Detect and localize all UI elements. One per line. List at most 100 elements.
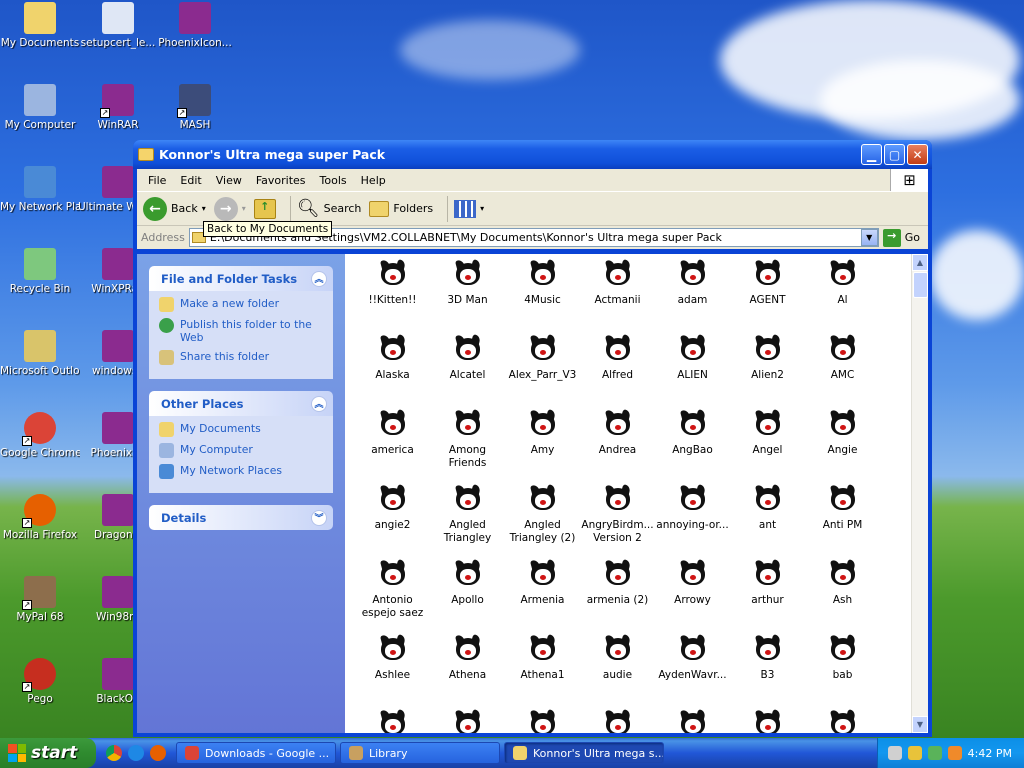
forward-button[interactable]: → ▾: [213, 196, 246, 221]
file-item[interactable]: Armenia: [505, 558, 580, 633]
file-item[interactable]: Athena: [430, 633, 505, 708]
collapse-chevron-icon[interactable]: ︽: [311, 270, 327, 287]
file-item[interactable]: adam: [655, 258, 730, 333]
search-button[interactable]: 🔍︎ Search: [297, 198, 362, 219]
file-item[interactable]: Alaska: [355, 333, 430, 408]
collapse-chevron-icon[interactable]: ︽: [311, 395, 327, 412]
taskbar-button[interactable]: Konnor's Ultra mega s...: [504, 742, 664, 764]
file-item[interactable]: [730, 708, 805, 733]
panel-header[interactable]: File and Folder Tasks ︽: [149, 266, 333, 291]
scroll-thumb[interactable]: [913, 272, 928, 298]
desktop-icon[interactable]: ↗ Pego: [0, 658, 80, 705]
file-item[interactable]: Angled Triangley (2): [505, 483, 580, 558]
network-icon[interactable]: [927, 746, 942, 760]
desktop-icon[interactable]: ↗ MyPal 68: [0, 576, 80, 623]
taskbar-button[interactable]: Library: [340, 742, 500, 764]
file-item[interactable]: Antonio espejo saez: [355, 558, 430, 633]
file-item[interactable]: Athena1: [505, 633, 580, 708]
chrome-icon[interactable]: [106, 745, 122, 761]
file-item[interactable]: Angel: [730, 408, 805, 483]
desktop-icon[interactable]: Recycle Bin: [0, 248, 80, 295]
file-item[interactable]: Angled Triangley: [430, 483, 505, 558]
menu-view[interactable]: View: [209, 174, 249, 187]
file-item[interactable]: ALIEN: [655, 333, 730, 408]
maximize-button[interactable]: ▢: [884, 144, 905, 165]
back-button[interactable]: ← Back ▾: [143, 196, 206, 221]
up-button[interactable]: ↑: [253, 198, 276, 219]
menu-favorites[interactable]: Favorites: [249, 174, 313, 187]
file-item[interactable]: Alfred: [580, 333, 655, 408]
file-item[interactable]: [505, 708, 580, 733]
place-my-network-places[interactable]: My Network Places: [159, 464, 325, 479]
task-make-new-folder[interactable]: Make a new folder: [159, 297, 325, 312]
desktop-icon[interactable]: ↗ Mozilla Firefox: [0, 494, 80, 541]
start-button[interactable]: start: [0, 738, 96, 768]
security-shield-icon[interactable]: [907, 746, 922, 760]
file-item[interactable]: armenia (2): [580, 558, 655, 633]
file-item[interactable]: Among Friends: [430, 408, 505, 483]
menu-edit[interactable]: Edit: [173, 174, 208, 187]
file-item[interactable]: bab: [805, 633, 880, 708]
desktop-icon[interactable]: My Network Places: [0, 166, 80, 213]
desktop-icon[interactable]: setupcert_le...: [78, 2, 158, 49]
file-item[interactable]: Actmanii: [580, 258, 655, 333]
file-item[interactable]: [355, 708, 430, 733]
search-tray-icon[interactable]: [947, 746, 962, 760]
minimize-button[interactable]: ▁: [861, 144, 882, 165]
file-item[interactable]: angie2: [355, 483, 430, 558]
file-item[interactable]: Andrea: [580, 408, 655, 483]
file-item[interactable]: [430, 708, 505, 733]
task-publish-folder[interactable]: Publish this folder to the Web: [159, 318, 325, 344]
file-item[interactable]: Amy: [505, 408, 580, 483]
file-item[interactable]: AngryBirdm... Version 2: [580, 483, 655, 558]
address-dropdown-button[interactable]: ▼: [860, 229, 878, 246]
file-item[interactable]: audie: [580, 633, 655, 708]
file-item[interactable]: Alcatel: [430, 333, 505, 408]
file-item[interactable]: Angie: [805, 408, 880, 483]
clock[interactable]: 4:42 PM: [968, 747, 1012, 760]
file-item[interactable]: B3: [730, 633, 805, 708]
desktop-icon[interactable]: ↗ Google Chrome: [0, 412, 80, 459]
file-item[interactable]: Ash: [805, 558, 880, 633]
taskbar-button[interactable]: Downloads - Google ...: [176, 742, 336, 764]
scroll-down-button[interactable]: ▼: [912, 716, 928, 733]
firefox-icon[interactable]: [150, 745, 166, 761]
close-button[interactable]: ✕: [907, 144, 928, 165]
internet-explorer-icon[interactable]: [128, 745, 144, 761]
desktop-icon[interactable]: My Documents: [0, 2, 80, 49]
desktop-icon[interactable]: My Computer: [0, 84, 80, 131]
title-bar[interactable]: Konnor's Ultra mega super Pack ▁ ▢ ✕: [133, 140, 932, 169]
file-item[interactable]: AGENT: [730, 258, 805, 333]
file-item[interactable]: Alex_Parr_V3: [505, 333, 580, 408]
file-item[interactable]: [655, 708, 730, 733]
desktop-icon[interactable]: PhoenixIcon...: [155, 2, 235, 49]
vertical-scrollbar[interactable]: ▲ ▼: [911, 254, 928, 733]
folders-button[interactable]: Folders: [369, 200, 433, 217]
file-item[interactable]: [580, 708, 655, 733]
desktop-icon[interactable]: Microsoft Outlook: [0, 330, 80, 377]
file-item[interactable]: Arrowy: [655, 558, 730, 633]
expand-chevron-icon[interactable]: ︾: [311, 509, 327, 526]
menu-help[interactable]: Help: [354, 174, 393, 187]
file-item[interactable]: AngBao: [655, 408, 730, 483]
file-item[interactable]: 4Music: [505, 258, 580, 333]
file-item[interactable]: ant: [730, 483, 805, 558]
views-button[interactable]: ▾: [454, 199, 484, 218]
desktop-icon[interactable]: ↗ MASH: [155, 84, 235, 131]
file-item[interactable]: AydenWavr...: [655, 633, 730, 708]
place-my-computer[interactable]: My Computer: [159, 443, 325, 458]
file-item[interactable]: annoying-or...: [655, 483, 730, 558]
menu-file[interactable]: File: [141, 174, 173, 187]
menu-tools[interactable]: Tools: [313, 174, 354, 187]
file-item[interactable]: Alien2: [730, 333, 805, 408]
panel-header[interactable]: Other Places ︽: [149, 391, 333, 416]
file-item[interactable]: !!Kitten!!: [355, 258, 430, 333]
keyboard-icon[interactable]: [887, 746, 902, 760]
scroll-up-button[interactable]: ▲: [912, 254, 928, 271]
task-share-folder[interactable]: Share this folder: [159, 350, 325, 365]
file-item[interactable]: AMC: [805, 333, 880, 408]
file-item[interactable]: 3D Man: [430, 258, 505, 333]
file-item[interactable]: Anti PM: [805, 483, 880, 558]
file-item[interactable]: arthur: [730, 558, 805, 633]
desktop-icon[interactable]: ↗ WinRAR: [78, 84, 158, 131]
